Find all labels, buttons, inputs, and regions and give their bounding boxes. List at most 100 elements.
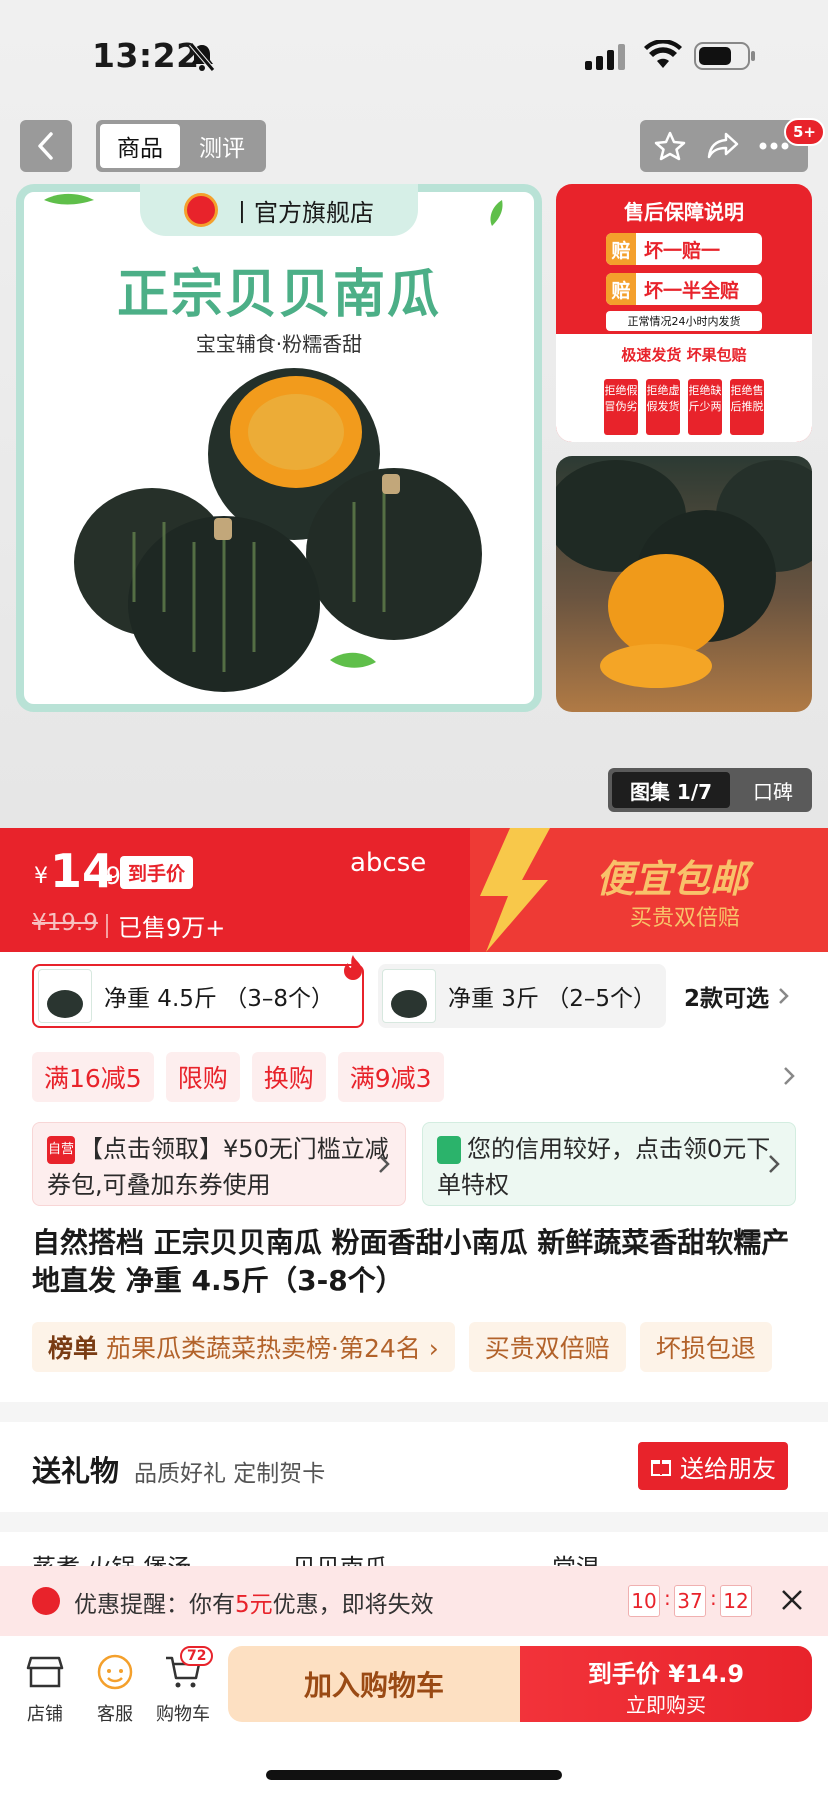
guarantee-title: 售后保障说明	[624, 200, 744, 224]
promo-subtitle: 买贵双倍赔	[630, 906, 741, 931]
price-decimal: .9	[98, 862, 121, 890]
reminder-suffix: 优惠，即将失效	[272, 1592, 434, 1618]
param-value: 常温	[552, 1554, 600, 1568]
buy-now-button[interactable]: 到手价 ¥14.9 立即购买	[520, 1646, 812, 1722]
nav-store[interactable]: 店铺	[10, 1650, 80, 1726]
variant-thumbnail	[382, 969, 436, 1023]
guarantee-box: 拒绝假冒伪劣	[604, 379, 638, 435]
coupon-right-text: 您的信用较好，点击领0元下单特权	[437, 1135, 771, 1199]
more-badge: 5+	[784, 118, 826, 146]
gift-title: 送礼物	[32, 1454, 120, 1488]
coupon-card-right[interactable]: 您的信用较好，点击领0元下单特权	[422, 1122, 796, 1206]
nav-service[interactable]: 客服	[80, 1650, 150, 1726]
product-params: 蒸煮 火锅 煲汤 贝贝南瓜 常温	[0, 1532, 828, 1568]
customer-service-icon	[97, 1654, 133, 1690]
variant-label-1: 净重 4.5斤 （3–8个）	[104, 986, 334, 1012]
promo-title: 便宜包邮	[596, 857, 749, 901]
param-value: 蒸煮 火锅 煲汤	[32, 1554, 192, 1568]
guarantee-row-1-text: 坏一赔一	[644, 239, 721, 262]
gallery-button[interactable]: 图集 1/7	[612, 772, 730, 808]
product-page: 13:22 商品 测评 5+ 丨官方旗舰店 正宗贝贝南瓜 宝宝辅食·粉糯香甜 售…	[0, 0, 828, 1795]
add-to-cart-button[interactable]: 加入购物车	[228, 1646, 520, 1722]
ranking-badge[interactable]: 榜单 茄果瓜类蔬菜热卖榜·第24名 ›	[32, 1322, 455, 1372]
home-indicator	[266, 1770, 562, 1780]
review-media-button[interactable]: 口碑	[738, 772, 808, 808]
timer-colon: :	[710, 1586, 717, 1610]
buy-now-label: 立即购买	[626, 1693, 706, 1717]
tab-product[interactable]: 商品	[100, 124, 180, 168]
buy-now-price: 到手价 ¥14.9	[587, 1660, 745, 1688]
hero-main-title: 正宗贝贝南瓜	[116, 265, 441, 325]
gift-section: 送礼物 品质好礼 定制贺卡 送给朋友	[0, 1422, 828, 1512]
reminder-prefix: 优惠提醒：你有	[74, 1592, 235, 1618]
close-icon[interactable]	[780, 1588, 804, 1612]
store-banner: 丨官方旗舰店	[140, 184, 418, 236]
coupon-left-text: 【点击领取】¥50无门槛立减券包,可叠加东券使用	[47, 1135, 389, 1199]
guarantee-thumbnail[interactable]: 售后保障说明 赔坏一赔一 赔坏一半全赔 正常情况24小时内发货 极速发货 坏果包…	[556, 184, 812, 442]
status-time: 13:22	[92, 36, 200, 75]
variant-selector: 净重 4.5斤 （3–8个） 净重 3斤 （2–5个） 2款可选	[0, 955, 828, 1028]
self-operated-icon: 自营	[47, 1136, 75, 1164]
variant-more-label: 2款可选	[684, 986, 770, 1012]
chevron-right-icon[interactable]	[780, 1064, 798, 1088]
pumpkin-photo	[556, 460, 812, 688]
product-title: 自然搭档 正宗贝贝南瓜 粉面香甜小南瓜 新鲜蔬菜香甜软糯产地直发 净重 4.5斤…	[32, 1226, 790, 1297]
section-divider	[0, 1402, 828, 1422]
section-divider	[0, 1512, 828, 1532]
cellular-signal-icon	[585, 44, 625, 70]
compensate-tag: 赔	[606, 233, 636, 265]
muted-bell-icon	[189, 42, 215, 72]
timer-hours: 10	[628, 1585, 660, 1617]
coupon-card-left[interactable]: 自营 【点击领取】¥50无门槛立减券包,可叠加东券使用	[32, 1122, 406, 1206]
store-icon	[26, 1656, 64, 1688]
pumpkin-photo-thumbnail[interactable]	[556, 456, 812, 712]
watermark-text: abcse	[350, 848, 427, 878]
hot-flame-icon	[344, 955, 362, 980]
promo-chip[interactable]: 换购	[251, 1052, 326, 1102]
shopping-bag-icon	[437, 1136, 461, 1164]
cart-count-badge: 72	[180, 1646, 214, 1666]
guarantee-box: 拒绝缺斤少两	[688, 379, 722, 435]
send-to-friend-label: 送给朋友	[680, 1454, 776, 1483]
price-divider	[106, 914, 108, 938]
wifi-icon	[644, 40, 682, 68]
back-button[interactable]	[20, 120, 72, 172]
top-actions	[640, 120, 808, 172]
guarantee-row-2: 赔坏一半全赔	[606, 273, 762, 305]
variant-more-button[interactable]: 2款可选	[684, 964, 793, 1028]
promo-chip[interactable]: 满16减5	[32, 1052, 154, 1102]
guarantee-tag[interactable]: 买贵双倍赔	[468, 1322, 626, 1372]
sold-count: 已售9万+	[118, 914, 226, 942]
send-to-friend-button[interactable]: 送给朋友	[638, 1442, 788, 1490]
promo-chip[interactable]: 限购	[165, 1052, 240, 1102]
variant-option-2[interactable]: 净重 3斤 （2–5个）	[378, 964, 666, 1028]
damage-return-tag[interactable]: 坏损包退	[639, 1322, 772, 1372]
hero-subtitle: 宝宝辅食·粉糯香甜	[195, 332, 363, 356]
nav-cart-label: 购物车	[156, 1704, 210, 1725]
ranking-label: 榜单	[48, 1334, 99, 1363]
chevron-right-icon	[769, 1155, 780, 1173]
store-label: 丨官方旗舰店	[230, 198, 374, 227]
tab-review[interactable]: 测评	[182, 124, 262, 168]
ranking-text: 茄果瓜类蔬菜热卖榜·第24名 ›	[106, 1334, 439, 1363]
guarantee-note: 正常情况24小时内发货	[606, 311, 762, 331]
param-value: 贝贝南瓜	[292, 1554, 388, 1568]
guarantee-boxes: 拒绝假冒伪劣 拒绝虚假发货 拒绝缺斤少两 拒绝售后推脱	[556, 379, 812, 435]
variant-thumbnail	[38, 969, 92, 1023]
promo-chip[interactable]: 满9减3	[337, 1052, 444, 1102]
variant-label-2: 净重 3斤 （2–5个）	[448, 986, 657, 1012]
share-icon[interactable]	[706, 130, 740, 162]
chevron-right-icon	[779, 988, 789, 1004]
reminder-text: 优惠提醒：你有5元优惠，即将失效	[74, 1585, 434, 1619]
timer-minutes: 37	[674, 1585, 706, 1617]
star-icon[interactable]	[654, 130, 686, 162]
status-bar: 13:22	[0, 0, 828, 110]
rank-tags: 榜单 茄果瓜类蔬菜热卖榜·第24名 › 买贵双倍赔 坏损包退	[32, 1322, 772, 1372]
nav-service-label: 客服	[97, 1704, 133, 1725]
battery-icon	[694, 42, 755, 70]
top-tabs: 商品 测评	[96, 120, 266, 172]
nav-store-label: 店铺	[27, 1704, 63, 1725]
gift-subtitle: 品质好礼 定制贺卡	[134, 1461, 326, 1487]
variant-option-1[interactable]: 净重 4.5斤 （3–8个）	[32, 964, 364, 1028]
guarantee-lower: 极速发货 坏果包赔 拒绝假冒伪劣 拒绝虚假发货 拒绝缺斤少两 拒绝售后推脱	[556, 334, 812, 442]
